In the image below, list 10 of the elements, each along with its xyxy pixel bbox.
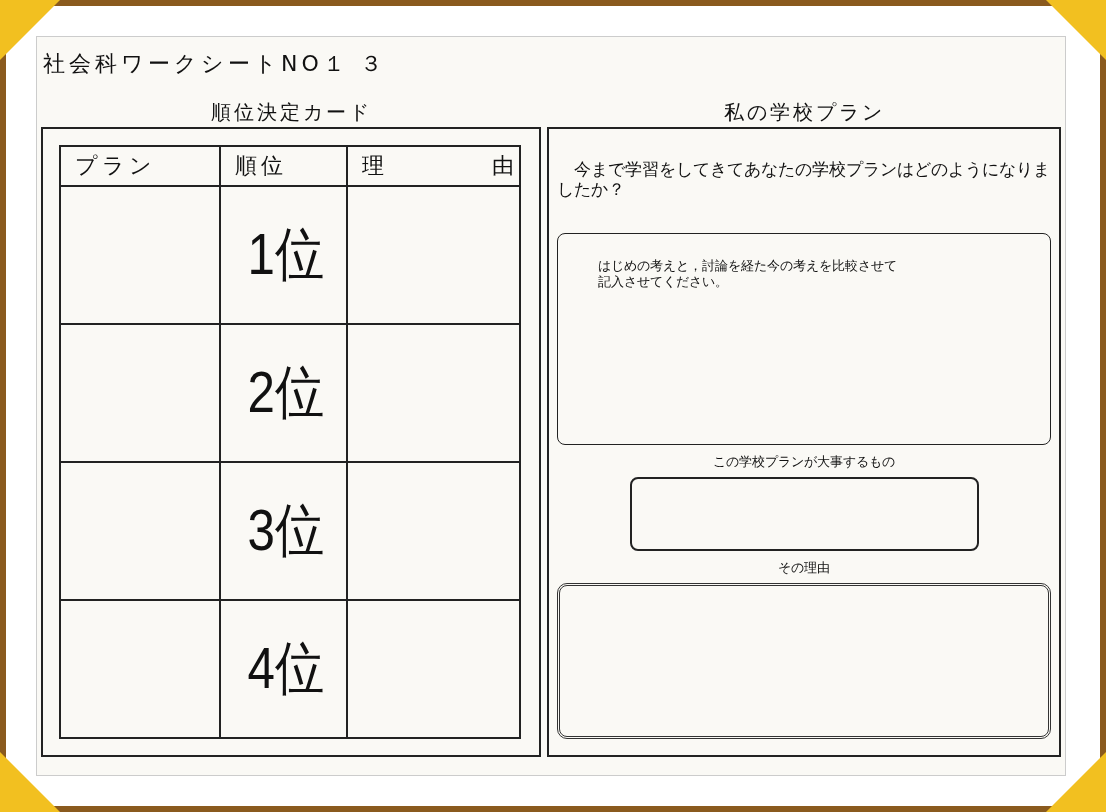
column-header: 順位 xyxy=(220,146,347,186)
box-label: この学校プランが大事するもの xyxy=(712,453,896,471)
instruction-note: はじめの考えと，討論を経た今の考えを比較させて記入させてください。 xyxy=(598,258,898,290)
column-header: プラン xyxy=(60,146,221,186)
section-heading: 私の学校プラン xyxy=(722,99,886,126)
question-text: 今まで学習をしてきてあなたの学校プランはどのようになりましたか？ xyxy=(557,159,1051,199)
column-header: 理 由 xyxy=(347,146,520,186)
box-label: その理由 xyxy=(777,559,831,577)
section-heading: 順位決定カード xyxy=(209,99,373,126)
worksheet-title: 社会科ワークシートNO１ ３ xyxy=(42,50,387,78)
